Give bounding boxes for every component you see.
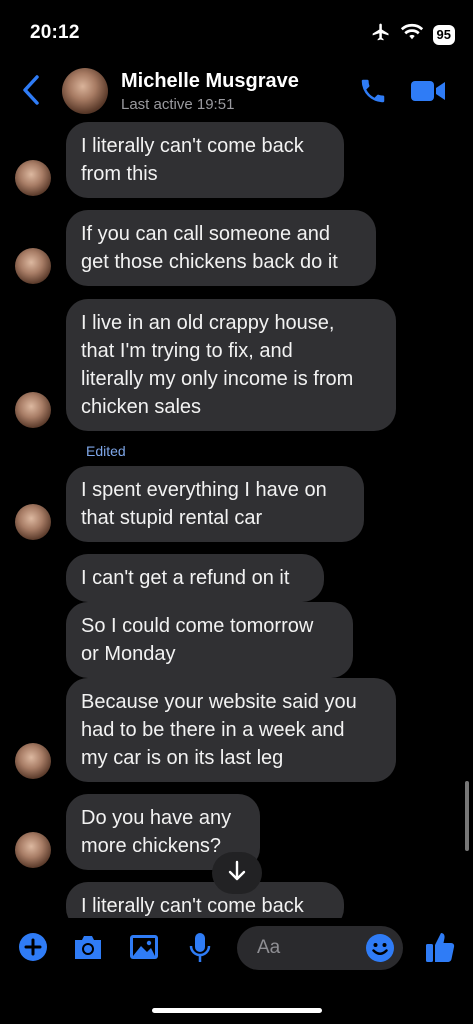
scrollbar[interactable] <box>465 781 469 851</box>
message-line: or Monday <box>81 643 176 665</box>
sender-avatar[interactable] <box>15 743 51 779</box>
message-bubble[interactable]: If you can call someone and get those ch… <box>66 210 376 286</box>
message-line: I live in an old crappy house, <box>81 312 335 334</box>
video-camera-icon[interactable] <box>410 79 446 108</box>
message-line: that stupid rental car <box>81 507 263 529</box>
message-line: I spent everything I have on <box>81 479 327 501</box>
composer-bar: Aa <box>0 918 473 978</box>
message-bubble[interactable]: I live in an old crappy house, that I'm … <box>66 299 396 431</box>
contact-avatar[interactable] <box>62 68 108 114</box>
sender-avatar[interactable] <box>15 392 51 428</box>
scroll-to-bottom-button[interactable] <box>212 852 262 894</box>
status-bar: 20:12 95 <box>0 0 473 60</box>
message-line: get those chickens back do it <box>81 251 338 273</box>
chat-header: Michelle Musgrave Last active 19:51 <box>0 62 473 120</box>
status-icons: 95 <box>371 22 455 47</box>
edited-label[interactable]: Edited <box>86 443 126 459</box>
plus-icon[interactable] <box>18 932 48 967</box>
phone-icon[interactable] <box>358 76 388 111</box>
camera-icon[interactable] <box>72 932 104 967</box>
message-line: I can't get a refund on it <box>81 567 290 589</box>
message-list[interactable]: I literally can't come back from this If… <box>0 118 473 918</box>
message-line: my car is on its last leg <box>81 747 284 769</box>
arrow-down-icon <box>227 860 247 887</box>
message-line: I literally can't come back <box>81 135 304 157</box>
message-bubble[interactable]: I spent everything I have on that stupid… <box>66 466 364 542</box>
message-input-placeholder: Aa <box>257 937 281 958</box>
microphone-icon[interactable] <box>188 932 212 969</box>
message-line: that I'm trying to fix, and <box>81 340 293 362</box>
home-indicator[interactable] <box>152 1008 322 1013</box>
message-line: Do you have any <box>81 807 232 829</box>
contact-name[interactable]: Michelle Musgrave <box>121 70 299 93</box>
last-active-status: Last active 19:51 <box>121 96 235 113</box>
status-time: 20:12 <box>30 22 80 43</box>
message-bubble[interactable]: So I could come tomorrow or Monday <box>66 602 353 678</box>
sender-avatar[interactable] <box>15 504 51 540</box>
sender-avatar[interactable] <box>15 160 51 196</box>
message-bubble[interactable]: Because your website said you had to be … <box>66 678 396 782</box>
message-line: literally my only income is from <box>81 368 354 390</box>
message-line: had to be there in a week and <box>81 719 345 741</box>
battery-icon: 95 <box>432 24 455 45</box>
message-bubble[interactable]: I literally can't come back from this <box>66 122 344 198</box>
airplane-icon <box>371 22 391 47</box>
message-line: If you can call someone and <box>81 223 331 245</box>
message-line: chicken sales <box>81 396 202 418</box>
message-input[interactable]: Aa <box>237 926 403 970</box>
message-line: from this <box>81 163 158 185</box>
emoji-icon[interactable] <box>365 933 395 968</box>
wifi-icon <box>400 23 423 46</box>
message-line: So I could come tomorrow <box>81 615 314 637</box>
message-bubble[interactable]: I literally can't come back <box>66 882 344 918</box>
back-chevron-icon[interactable] <box>20 74 42 111</box>
sender-avatar[interactable] <box>15 248 51 284</box>
sender-avatar[interactable] <box>15 832 51 868</box>
gallery-icon[interactable] <box>128 932 160 967</box>
message-line: I literally can't come back <box>81 895 304 917</box>
thumbs-up-icon[interactable] <box>424 930 456 969</box>
message-line: Because your website said you <box>81 691 357 713</box>
message-bubble[interactable]: I can't get a refund on it <box>66 554 324 602</box>
